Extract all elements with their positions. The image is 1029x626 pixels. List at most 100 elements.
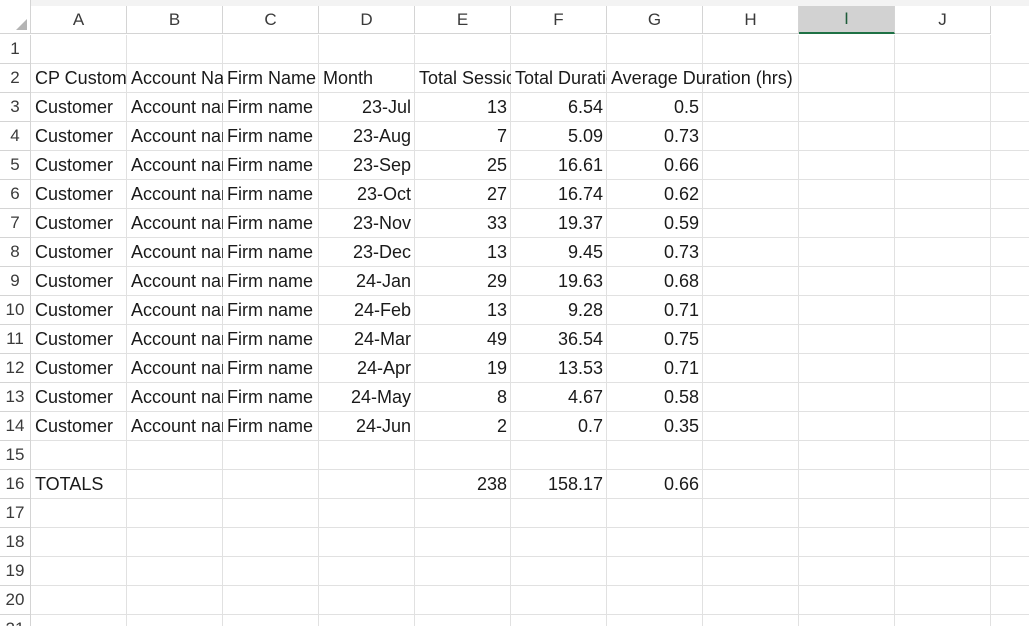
cell-c14[interactable]: Firm name: [223, 412, 319, 441]
cell-d7[interactable]: 23-Nov: [319, 209, 415, 238]
cell-a4[interactable]: Customer: [31, 122, 127, 151]
cell-e14[interactable]: 2: [415, 412, 511, 441]
cell-a9[interactable]: Customer: [31, 267, 127, 296]
cell-c2[interactable]: Firm Name: [223, 64, 319, 93]
cell-g5[interactable]: 0.66: [607, 151, 703, 180]
row-header-11[interactable]: 11: [0, 325, 31, 354]
row-header-1[interactable]: 1: [0, 35, 31, 64]
row-header-12[interactable]: 12: [0, 354, 31, 383]
cell-a13[interactable]: Customer: [31, 383, 127, 412]
cell-c6[interactable]: Firm name: [223, 180, 319, 209]
cell-c8[interactable]: Firm name: [223, 238, 319, 267]
cell-c3[interactable]: Firm name: [223, 93, 319, 122]
cell-a7[interactable]: Customer: [31, 209, 127, 238]
cell-b12[interactable]: Account name: [127, 354, 223, 383]
column-header-f[interactable]: F: [511, 6, 607, 34]
cell-d10[interactable]: 24-Feb: [319, 296, 415, 325]
cell-g11[interactable]: 0.75: [607, 325, 703, 354]
cell-c7[interactable]: Firm name: [223, 209, 319, 238]
column-header-i[interactable]: I: [799, 6, 895, 34]
cell-e8[interactable]: 13: [415, 238, 511, 267]
cell-e13[interactable]: 8: [415, 383, 511, 412]
cell-f4[interactable]: 5.09: [511, 122, 607, 151]
spreadsheet-grid[interactable]: ABCDEFGHIJ 1 2 3 4 5 6 7 8 9 10 11 12 13 14 15 16 17 18 19…: [0, 0, 1029, 626]
cell-c4[interactable]: Firm name: [223, 122, 319, 151]
cell-b8[interactable]: Account name: [127, 238, 223, 267]
cell-f5[interactable]: 16.61: [511, 151, 607, 180]
column-header-g[interactable]: G: [607, 6, 703, 34]
cell-d13[interactable]: 24-May: [319, 383, 415, 412]
cell-b10[interactable]: Account name: [127, 296, 223, 325]
row-header-15[interactable]: 15: [0, 441, 31, 470]
cell-d14[interactable]: 24-Jun: [319, 412, 415, 441]
cell-f8[interactable]: 9.45: [511, 238, 607, 267]
cell-e5[interactable]: 25: [415, 151, 511, 180]
row-header-3[interactable]: 3: [0, 93, 31, 122]
cell-c11[interactable]: Firm name: [223, 325, 319, 354]
cell-d5[interactable]: 23-Sep: [319, 151, 415, 180]
cell-c12[interactable]: Firm name: [223, 354, 319, 383]
cell-f9[interactable]: 19.63: [511, 267, 607, 296]
cell-e11[interactable]: 49: [415, 325, 511, 354]
column-header-j[interactable]: J: [895, 6, 991, 34]
cell-g13[interactable]: 0.58: [607, 383, 703, 412]
cell-c10[interactable]: Firm name: [223, 296, 319, 325]
column-header-d[interactable]: D: [319, 6, 415, 34]
row-header-9[interactable]: 9: [0, 267, 31, 296]
cell-b13[interactable]: Account name: [127, 383, 223, 412]
cell-d11[interactable]: 24-Mar: [319, 325, 415, 354]
cell-g12[interactable]: 0.71: [607, 354, 703, 383]
cell-f6[interactable]: 16.74: [511, 180, 607, 209]
cell-f3[interactable]: 6.54: [511, 93, 607, 122]
cell-f10[interactable]: 9.28: [511, 296, 607, 325]
cell-e2[interactable]: Total Sessions: [415, 64, 511, 93]
row-header-13[interactable]: 13: [0, 383, 31, 412]
row-header-20[interactable]: 20: [0, 586, 31, 615]
cell-d4[interactable]: 23-Aug: [319, 122, 415, 151]
row-header-2[interactable]: 2: [0, 64, 31, 93]
cell-g8[interactable]: 0.73: [607, 238, 703, 267]
cell-f14[interactable]: 0.7: [511, 412, 607, 441]
column-header-c[interactable]: C: [223, 6, 319, 34]
cell-a10[interactable]: Customer: [31, 296, 127, 325]
cell-f12[interactable]: 13.53: [511, 354, 607, 383]
cell-c5[interactable]: Firm name: [223, 151, 319, 180]
row-header-18[interactable]: 18: [0, 528, 31, 557]
cell-e9[interactable]: 29: [415, 267, 511, 296]
column-header-h[interactable]: H: [703, 6, 799, 34]
column-header-a[interactable]: A: [31, 6, 127, 34]
cell-g2[interactable]: Average Duration (hrs): [607, 64, 793, 93]
cell-a11[interactable]: Customer: [31, 325, 127, 354]
row-header-16[interactable]: 16: [0, 470, 31, 499]
cell-b14[interactable]: Account name: [127, 412, 223, 441]
cell-f7[interactable]: 19.37: [511, 209, 607, 238]
cell-d6[interactable]: 23-Oct: [319, 180, 415, 209]
cell-d8[interactable]: 23-Dec: [319, 238, 415, 267]
cell-g14[interactable]: 0.35: [607, 412, 703, 441]
row-header-5[interactable]: 5: [0, 151, 31, 180]
cell-g9[interactable]: 0.68: [607, 267, 703, 296]
cell-e16[interactable]: 238: [415, 470, 511, 499]
row-header-17[interactable]: 17: [0, 499, 31, 528]
cell-g7[interactable]: 0.59: [607, 209, 703, 238]
cell-c9[interactable]: Firm name: [223, 267, 319, 296]
cell-e4[interactable]: 7: [415, 122, 511, 151]
cell-f16[interactable]: 158.17: [511, 470, 607, 499]
cell-f13[interactable]: 4.67: [511, 383, 607, 412]
cell-b3[interactable]: Account name: [127, 93, 223, 122]
row-header-21[interactable]: 21: [0, 615, 31, 626]
cell-e7[interactable]: 33: [415, 209, 511, 238]
cell-d12[interactable]: 24-Apr: [319, 354, 415, 383]
cell-f11[interactable]: 36.54: [511, 325, 607, 354]
cell-g4[interactable]: 0.73: [607, 122, 703, 151]
cell-e12[interactable]: 19: [415, 354, 511, 383]
row-header-10[interactable]: 10: [0, 296, 31, 325]
cell-e6[interactable]: 27: [415, 180, 511, 209]
column-header-b[interactable]: B: [127, 6, 223, 34]
cell-a3[interactable]: Customer: [31, 93, 127, 122]
cell-c13[interactable]: Firm name: [223, 383, 319, 412]
select-all-corner[interactable]: [0, 0, 31, 34]
cell-d3[interactable]: 23-Jul: [319, 93, 415, 122]
cell-b2[interactable]: Account Name: [127, 64, 223, 93]
cell-a2[interactable]: CP Customer: [31, 64, 127, 93]
